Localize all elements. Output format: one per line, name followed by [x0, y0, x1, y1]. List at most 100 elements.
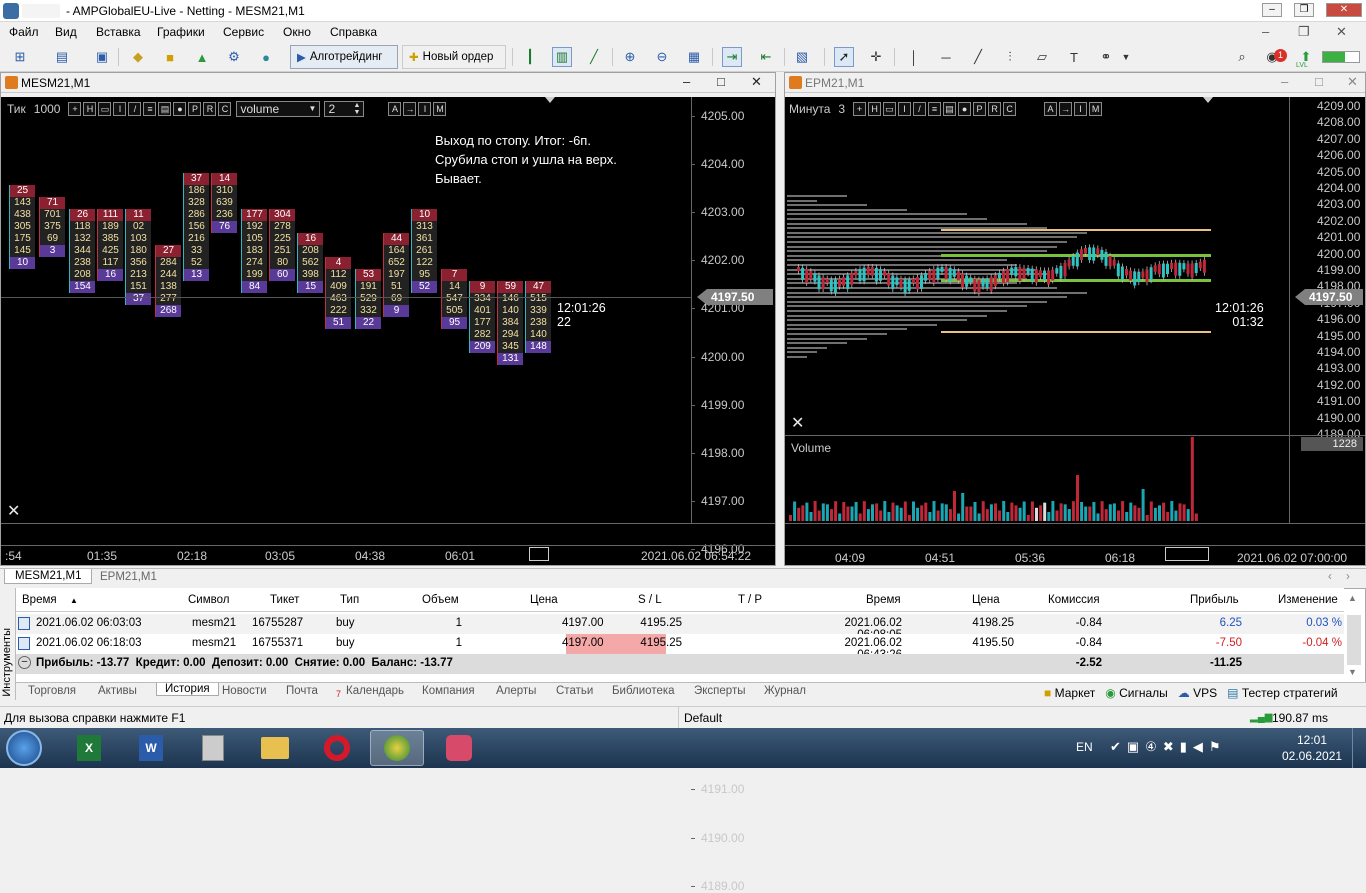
level-tool-icon[interactable]: ▭: [98, 102, 112, 116]
col-change[interactable]: Изменение: [1278, 594, 1338, 606]
link-vps[interactable]: VPS: [1193, 686, 1217, 700]
data-window-icon[interactable]: ▲: [192, 47, 212, 67]
cursor-icon[interactable]: ➚: [834, 47, 854, 67]
terminal-scrollbar[interactable]: [1347, 615, 1361, 665]
search-icon[interactable]: ⌕: [1232, 47, 1252, 67]
vline-tool-icon[interactable]: I: [113, 102, 127, 116]
tab-6[interactable]: Компания: [422, 685, 475, 697]
link-tester[interactable]: Тестер стратегий: [1242, 686, 1338, 700]
crosshair-icon[interactable]: ✛: [866, 47, 886, 67]
tab-11[interactable]: Журнал: [764, 685, 806, 697]
tab-mesm21[interactable]: MESM21,M1: [4, 569, 93, 584]
left-chart-close-icon[interactable]: ✕: [751, 74, 762, 90]
zoom-in-icon[interactable]: ⊕: [620, 47, 640, 67]
col-price[interactable]: Цена: [530, 594, 558, 606]
circle-tool-icon[interactable]: ●: [173, 102, 187, 116]
p-tool-icon[interactable]: P: [188, 102, 202, 116]
bar-chart-icon[interactable]: ┃: [520, 47, 540, 67]
line-chart-icon[interactable]: ╱: [584, 47, 604, 67]
tab-2[interactable]: История: [156, 683, 219, 696]
excel-icon[interactable]: X: [62, 730, 116, 766]
crosshair-tool-icon[interactable]: +: [68, 102, 82, 116]
rect-tool-icon[interactable]: ▤: [158, 102, 172, 116]
right-scroll-box[interactable]: [1165, 547, 1209, 561]
paint-icon[interactable]: [432, 730, 486, 766]
equidistant-icon[interactable]: ▱: [1032, 47, 1052, 67]
text-tool-icon[interactable]: T: [1064, 47, 1084, 67]
trend-line-icon[interactable]: ╱: [968, 47, 988, 67]
col-profit[interactable]: Прибыль: [1190, 594, 1239, 606]
tab-1[interactable]: Активы: [98, 685, 137, 697]
collapse-icon[interactable]: –: [18, 656, 31, 669]
mdi-restore-icon[interactable]: ❐: [1298, 24, 1310, 40]
col-symbol[interactable]: Символ: [188, 594, 229, 606]
mdi-minimize-icon[interactable]: –: [1262, 24, 1269, 39]
auto-tool-icon[interactable]: A: [388, 102, 402, 116]
left-chart-minimize-icon[interactable]: –: [683, 74, 690, 89]
left-chart-area[interactable]: Тик 1000 + H ▭ I / ≡ ▤ ● P R C volume ▼ 2…: [1, 97, 775, 893]
shapes-dropdown-icon[interactable]: ▼: [1116, 47, 1136, 67]
hline-tool-icon[interactable]: H: [83, 102, 97, 116]
volume-select[interactable]: volume ▼: [236, 101, 321, 117]
autoscroll-icon[interactable]: ⇥: [722, 47, 742, 67]
navigator-icon[interactable]: ◆: [128, 47, 148, 67]
vertical-line-icon[interactable]: │: [904, 47, 924, 67]
tabs-scroll-left-icon[interactable]: ‹: [1328, 571, 1332, 583]
tab-3[interactable]: Новости: [222, 685, 267, 697]
start-button[interactable]: [6, 730, 42, 766]
menu-service[interactable]: Сервис: [223, 25, 264, 39]
right-tools-icon[interactable]: ✕: [791, 413, 804, 433]
col-open-time[interactable]: Время: [22, 594, 57, 606]
minimize-icon[interactable]: –: [1262, 3, 1282, 17]
link-signals[interactable]: Сигналы: [1119, 686, 1168, 700]
menu-view[interactable]: Вид: [55, 25, 77, 39]
opera-icon[interactable]: [310, 730, 364, 766]
tab-epm21[interactable]: EPM21,M1: [100, 571, 157, 583]
tab-7[interactable]: Алерты: [496, 685, 536, 697]
mdi-close-icon[interactable]: ✕: [1336, 24, 1347, 40]
marker-tool-icon[interactable]: I: [418, 102, 432, 116]
tab-0[interactable]: Торговля: [28, 685, 76, 697]
link-market[interactable]: Маркет: [1055, 686, 1096, 700]
instruments-sidebar[interactable]: Инструменты: [0, 588, 16, 700]
tray-icons[interactable]: ✔▣④✖▮◀⚑: [1110, 739, 1227, 755]
col-tp[interactable]: T / P: [738, 594, 762, 606]
show-desktop-button[interactable]: [1352, 728, 1366, 768]
menu-charts[interactable]: Графики: [157, 25, 205, 39]
text-list-icon[interactable]: ≡: [143, 102, 157, 116]
menu-window[interactable]: Окно: [283, 25, 311, 39]
close-icon[interactable]: ✕: [1326, 3, 1362, 17]
tabs-scroll-right-icon[interactable]: ›: [1346, 571, 1350, 583]
left-chart-maximize-icon[interactable]: □: [717, 74, 725, 89]
tab-5[interactable]: Календарь: [346, 685, 404, 697]
new-chart-icon[interactable]: ⊞: [10, 47, 30, 67]
ray-tool-icon[interactable]: /: [128, 102, 142, 116]
menu-insert[interactable]: Вставка: [96, 25, 141, 39]
chart-shift-icon[interactable]: ⇤: [756, 47, 776, 67]
right-chart-minimize-icon[interactable]: –: [1281, 74, 1288, 89]
col-close-price[interactable]: Цена: [972, 594, 1000, 606]
col-commission[interactable]: Комиссия: [1048, 594, 1100, 606]
tab-4[interactable]: Почта: [286, 685, 318, 697]
left-tools-icon[interactable]: ✕: [7, 501, 20, 521]
horizontal-line-icon[interactable]: ─: [936, 47, 956, 67]
tab-10[interactable]: Эксперты: [694, 685, 745, 697]
r-tool-icon[interactable]: R: [203, 102, 217, 116]
templates-icon[interactable]: ▧: [792, 47, 812, 67]
volume-spinner[interactable]: 2 ▲ ▼: [324, 101, 365, 117]
tab-8[interactable]: Статьи: [556, 685, 593, 697]
calculator-icon[interactable]: [186, 730, 240, 766]
col-volume[interactable]: Объем: [422, 594, 459, 606]
mt5-icon[interactable]: [370, 730, 424, 766]
tab-9[interactable]: Библиотека: [612, 685, 675, 697]
strategy-tester-icon[interactable]: ⚙: [224, 47, 244, 67]
tray-clock[interactable]: 12:01 02.06.2021: [1282, 733, 1342, 763]
new-order-button[interactable]: ✚ Новый ордер: [402, 45, 506, 69]
menu-help[interactable]: Справка: [330, 25, 377, 39]
m-tool-icon[interactable]: M: [433, 102, 447, 116]
c-tool-icon[interactable]: C: [218, 102, 232, 116]
explorer-icon[interactable]: [248, 730, 302, 766]
shapes-icon[interactable]: ⚭: [1096, 47, 1116, 67]
col-sl[interactable]: S / L: [638, 594, 662, 606]
word-icon[interactable]: W: [124, 730, 178, 766]
